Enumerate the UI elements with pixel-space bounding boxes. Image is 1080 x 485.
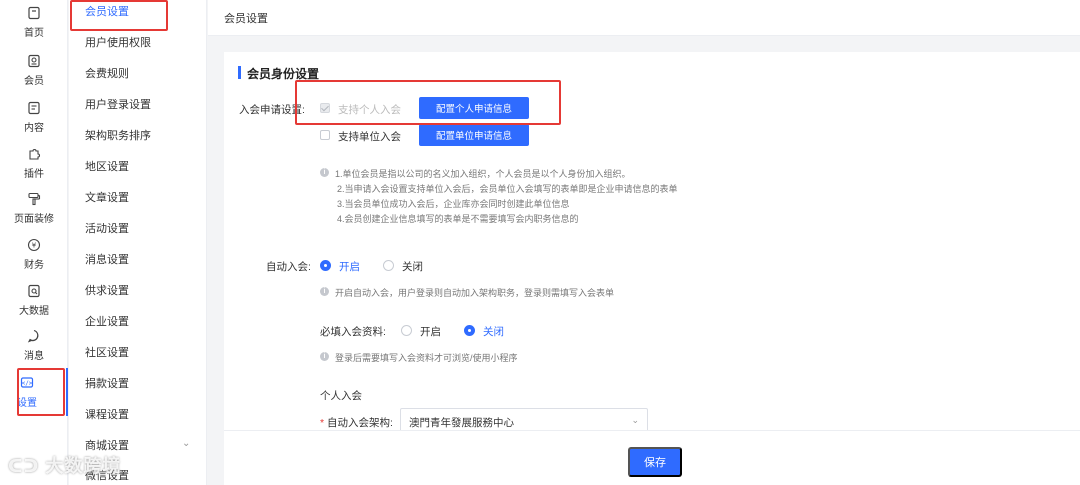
- info-icon: i: [320, 287, 329, 296]
- submenu-item-login-settings[interactable]: 用户登录设置: [85, 95, 151, 115]
- svg-text:¥: ¥: [32, 241, 37, 249]
- required-on-label: 开启: [420, 326, 441, 338]
- rail-item-decoration[interactable]: 页面装修: [0, 186, 68, 230]
- page-title: 会员设置: [224, 13, 268, 25]
- required-off-radio[interactable]: [464, 325, 475, 336]
- rail-label: 插件: [24, 168, 44, 180]
- org-structure-label-text: 自动入会架构:: [327, 417, 393, 429]
- rail-item-plugin[interactable]: 插件: [0, 141, 68, 185]
- submenu-item-message[interactable]: 消息设置: [85, 250, 129, 270]
- rail-item-member[interactable]: 会员: [0, 48, 68, 92]
- rail-label: 消息: [24, 350, 44, 362]
- watermark-text: 大数跨境: [45, 456, 122, 476]
- configure-unit-button[interactable]: 配置单位申请信息: [419, 124, 529, 146]
- yen-icon: ¥: [27, 238, 41, 251]
- note-line-2: 2.当申请入会设置支持单位入会后，会员单位入会填写的表单即是企业申请信息的表单: [337, 184, 678, 194]
- auto-join-off-radio[interactable]: [383, 260, 394, 271]
- member-icon: [28, 54, 40, 67]
- rail-label: 会员: [24, 75, 44, 87]
- settings-highlight-box: [17, 368, 65, 416]
- rail-item-message[interactable]: 消息: [0, 323, 68, 367]
- auto-join-note: 开启自动入会，用户登录则自动加入架构职务，登录则需填写入会表单: [335, 288, 615, 298]
- rail-label: 财务: [24, 259, 44, 271]
- submenu-item-supply[interactable]: 供求设置: [85, 281, 129, 301]
- message-icon: [27, 329, 39, 343]
- submenu-item-position-sort[interactable]: 架构职务排序: [85, 126, 151, 146]
- rail-active-indicator: [66, 368, 68, 416]
- note-line-1: 1.单位会员是指以公司的名义加入组织，个人会员是以个人身份加入组织。: [335, 169, 631, 179]
- chevron-down-icon[interactable]: ⌄: [182, 438, 190, 449]
- top-bar: 会员设置: [208, 0, 1080, 36]
- submenu-item-user-permissions[interactable]: 用户使用权限: [85, 33, 151, 53]
- required-mark: *: [320, 417, 325, 429]
- info-icon: i: [320, 352, 329, 361]
- unit-join-label: 支持单位入会: [338, 131, 401, 143]
- rail-item-content[interactable]: 内容: [0, 95, 68, 139]
- submenu-item-donation[interactable]: 捐款设置: [85, 374, 129, 394]
- section-accent-bar: [238, 66, 241, 79]
- auto-join-label: 自动入会:: [266, 261, 311, 273]
- home-icon: [28, 6, 40, 19]
- submenu-item-course[interactable]: 课程设置: [85, 405, 129, 425]
- submenu-item-community[interactable]: 社区设置: [85, 343, 129, 363]
- submenu-item-fee-rules[interactable]: 会费规则: [85, 64, 129, 84]
- org-structure-value: 澳門青年發展服務中心: [409, 417, 514, 429]
- footer-bar: 保存: [224, 430, 1080, 485]
- auto-join-on-radio[interactable]: [320, 260, 331, 271]
- submenu-item-region[interactable]: 地区设置: [85, 157, 129, 177]
- submenu-item-enterprise[interactable]: 企业设置: [85, 312, 129, 332]
- settings-submenu: 会员设置 用户使用权限 会费规则 用户登录设置 架构职务排序 地区设置 文章设置…: [69, 0, 207, 485]
- personal-join-section-title: 个人入会: [320, 390, 362, 402]
- brush-icon: [28, 192, 41, 205]
- rail-label: 内容: [24, 122, 44, 134]
- chevron-down-icon: ⌄: [631, 415, 639, 425]
- rail-label: 首页: [24, 27, 44, 39]
- watermark-logo-icon: ᑕᑐ: [8, 456, 40, 476]
- rail-item-home[interactable]: 首页: [0, 0, 68, 44]
- required-on-radio[interactable]: [401, 325, 412, 336]
- rail-label: 大数据: [19, 305, 49, 317]
- rail-label: 页面装修: [14, 213, 54, 225]
- submenu-item-activity[interactable]: 活动设置: [85, 219, 129, 239]
- unit-join-checkbox[interactable]: [320, 130, 330, 140]
- submenu-item-article[interactable]: 文章设置: [85, 188, 129, 208]
- member-settings-highlight-box: [70, 0, 168, 31]
- content-icon: [28, 101, 40, 114]
- required-info-note: 登录后需要填写入会资料才可浏览/使用小程序: [335, 353, 518, 363]
- auto-join-off-label: 关闭: [402, 261, 423, 273]
- required-off-label: 关闭: [483, 326, 504, 338]
- info-icon: i: [320, 168, 329, 177]
- data-icon: [28, 284, 40, 297]
- personal-config-highlight-box: [295, 80, 561, 125]
- rail-item-bigdata[interactable]: 大数据: [0, 278, 68, 322]
- save-button[interactable]: 保存: [628, 447, 682, 477]
- rail-item-finance[interactable]: ¥ 财务: [0, 232, 68, 276]
- plugin-icon: [29, 148, 40, 160]
- note-line-3: 3.当会员单位成功入会后，企业库亦会同时创建此单位信息: [337, 199, 570, 209]
- required-info-label: 必填入会资料:: [320, 326, 386, 338]
- auto-join-on-label: 开启: [339, 261, 360, 273]
- note-line-4: 4.会员创建企业信息填写的表单是不需要填写会内职务信息的: [337, 214, 579, 224]
- org-structure-label: * 自动入会架构:: [320, 415, 393, 430]
- watermark: ᑕᑐ 大数跨境: [8, 452, 121, 478]
